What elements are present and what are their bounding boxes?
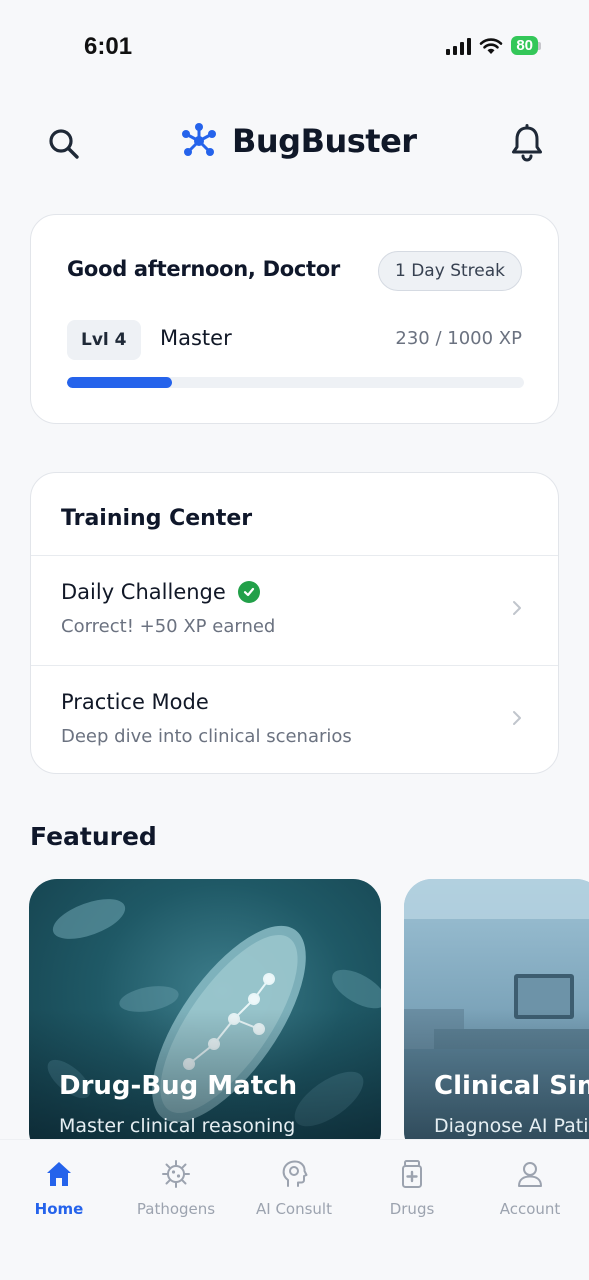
nav-item-home[interactable]: Home xyxy=(4,1158,114,1218)
section-title: Training Center xyxy=(61,506,253,531)
practice-mode-title: Practice Mode xyxy=(61,690,209,714)
daily-challenge-title: Daily Challenge xyxy=(61,580,226,604)
battery-indicator: 80 xyxy=(511,36,541,55)
xp-progress-bar xyxy=(67,377,524,388)
virus-icon xyxy=(162,1160,190,1188)
daily-challenge-title-wrap: Daily Challenge xyxy=(61,580,260,604)
home-icon xyxy=(47,1162,71,1186)
nav-label: Home xyxy=(34,1200,84,1218)
nav-item-drugs[interactable]: Drugs xyxy=(357,1158,467,1218)
featured-card-title: Drug-Bug Match xyxy=(59,1071,298,1101)
nav-item-ai-consult[interactable]: AI Consult xyxy=(239,1158,349,1218)
app-header: BugBuster xyxy=(0,112,589,176)
progress-card: Good afternoon, Doctor 1 Day Streak Lvl … xyxy=(30,214,559,424)
featured-card-subtitle: Master clinical reasoning xyxy=(59,1115,296,1137)
level-badge: Lvl 4 xyxy=(67,320,141,360)
chevron-right-icon xyxy=(513,711,521,725)
streak-badge: 1 Day Streak xyxy=(378,251,522,291)
featured-card-drug-bug-match[interactable]: Drug-Bug Match Master clinical reasoning xyxy=(29,879,381,1159)
brand: BugBuster xyxy=(180,122,417,160)
user-icon xyxy=(518,1162,542,1187)
status-bar: 6:01 80 xyxy=(0,0,589,96)
molecule-logo-icon xyxy=(182,123,216,156)
nav-label: Drugs xyxy=(389,1200,435,1218)
greeting-text: Good afternoon, Doctor xyxy=(67,257,340,281)
featured-card-subtitle: Diagnose AI Patie xyxy=(434,1115,589,1137)
practice-mode-row[interactable]: Practice Mode Deep dive into clinical sc… xyxy=(31,665,558,775)
xp-counter: 230 / 1000 XP xyxy=(395,328,522,349)
featured-card-clinical-sim[interactable]: Clinical Sim Diagnose AI Patie xyxy=(404,879,589,1159)
status-time: 6:01 xyxy=(84,33,133,60)
battery-level: 80 xyxy=(511,36,538,55)
search-icon[interactable] xyxy=(46,126,82,162)
app-title: BugBuster xyxy=(232,122,417,160)
daily-challenge-subtitle: Correct! +50 XP earned xyxy=(61,616,276,637)
bottom-navigation: Home Pathogens AI Consult Drugs Account xyxy=(0,1139,589,1280)
wifi-icon xyxy=(480,37,503,54)
cellular-signal-icon xyxy=(446,37,472,55)
status-icons: 80 xyxy=(446,36,541,55)
nav-item-pathogens[interactable]: Pathogens xyxy=(121,1158,231,1218)
nav-label: Pathogens xyxy=(136,1200,216,1218)
featured-title: Featured xyxy=(30,822,157,851)
training-center-card: Training Center Daily Challenge Correct!… xyxy=(30,472,559,774)
brain-head-icon xyxy=(282,1160,308,1187)
chevron-right-icon xyxy=(513,601,521,615)
practice-mode-subtitle: Deep dive into clinical scenarios xyxy=(61,726,352,747)
featured-card-title: Clinical Sim xyxy=(434,1071,589,1101)
daily-challenge-row[interactable]: Daily Challenge Correct! +50 XP earned xyxy=(31,555,558,665)
nav-label: Account xyxy=(499,1200,561,1218)
nav-item-account[interactable]: Account xyxy=(475,1158,585,1218)
medicine-bottle-icon xyxy=(402,1160,422,1188)
level-name: Master xyxy=(160,326,232,350)
xp-progress-fill xyxy=(67,377,173,388)
check-circle-icon xyxy=(237,581,260,603)
bell-icon[interactable] xyxy=(509,124,545,162)
nav-label: AI Consult xyxy=(256,1200,332,1218)
